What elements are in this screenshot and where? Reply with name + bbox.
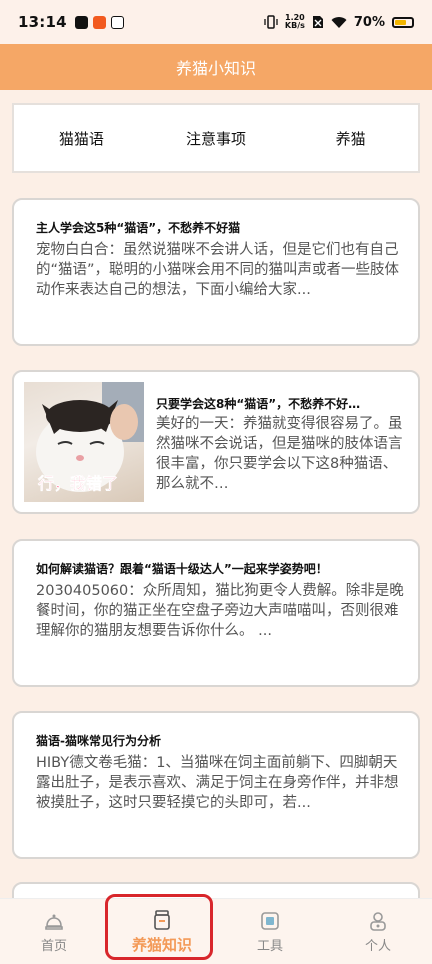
active-tab-highlight (105, 894, 213, 960)
article-excerpt: HIBY德文卷毛猫：1、当猫咪在饲主面前躺下、四脚朝天露出肚子，是表示喜欢、满足… (36, 755, 399, 811)
status-time: 13:14 (18, 13, 67, 31)
article-excerpt: 宠物白白合：虽然说猫咪不会讲人话，但是它们也有自己的“猫语”，聪明的小猫咪会用不… (36, 242, 400, 298)
nav-home[interactable]: 首页 (0, 899, 108, 964)
person-icon (370, 912, 386, 931)
tiktok-icon (74, 15, 88, 29)
article-card[interactable]: 猫语-猫咪常见行为分析 HIBY德文卷毛猫：1、当猫咪在饲主面前躺下、四脚朝天露… (12, 711, 420, 859)
article-excerpt: 2030405060：众所周知，猫比狗更令人费解。除非是晚餐时间，你的猫正坐在空… (36, 583, 404, 639)
app-notification-icon (92, 15, 106, 29)
article-card[interactable]: 如何解读猫语？跟着“猫语十级达人”一起来学姿势吧！ 2030405060：众所周… (12, 539, 420, 687)
article-title: 如何解读猫语？跟着“猫语十级达人”一起来学姿势吧！ (36, 562, 328, 576)
status-bar: 13:14 1.20 KB/s 70% (0, 0, 432, 44)
thumbnail-caption: 行，我错了 (38, 474, 119, 494)
article-title: 猫语-猫咪常见行为分析 (36, 734, 161, 748)
article-card[interactable]: 行，我错了 只要学会这8种“猫语”，不愁养不好… 美好的一天：养猫就变得很容易了… (12, 370, 420, 514)
wifi-icon (331, 16, 347, 28)
bottom-navigation: 首页 养猫知识 工具 个人 (0, 898, 432, 964)
category-tabs: 猫猫语 注意事项 养猫 (12, 103, 420, 173)
page-title: 养猫小知识 (175, 59, 256, 78)
tab-cat-raising[interactable]: 养猫 (283, 128, 418, 149)
vibrate-icon (264, 15, 278, 29)
tab-cat-language[interactable]: 猫猫语 (14, 128, 149, 149)
bell-icon (45, 914, 63, 930)
battery-percent: 70% (353, 14, 385, 30)
no-sim-icon (312, 16, 323, 28)
page-title-bar: 养猫小知识 (0, 44, 432, 90)
nav-profile[interactable]: 个人 (324, 899, 432, 964)
notification-icons (74, 15, 124, 29)
article-card[interactable]: 主人学会这5种“猫语”，不愁养不好猫 宠物白白合：虽然说猫咪不会讲人话，但是它们… (12, 198, 420, 346)
article-title: 只要学会这8种“猫语”，不愁养不好… (156, 397, 361, 411)
battery-icon (392, 16, 414, 28)
article-thumbnail: 行，我错了 (24, 382, 144, 502)
tab-precautions[interactable]: 注意事项 (149, 128, 284, 149)
nav-tools-label: 工具 (256, 939, 283, 954)
net-speed: 1.20 KB/s (284, 13, 305, 30)
tool-icon (261, 912, 279, 930)
article-excerpt: 美好的一天：养猫就变得很容易了。虽然猫咪不会说话，但是猫咪的肢体语言很丰富，你只… (156, 416, 403, 492)
nav-tools[interactable]: 工具 (216, 899, 324, 964)
article-title: 主人学会这5种“猫语”，不愁养不好猫 (36, 221, 241, 235)
nav-home-label: 首页 (40, 939, 67, 954)
nav-profile-label: 个人 (364, 939, 391, 954)
wechat-icon (110, 15, 124, 29)
